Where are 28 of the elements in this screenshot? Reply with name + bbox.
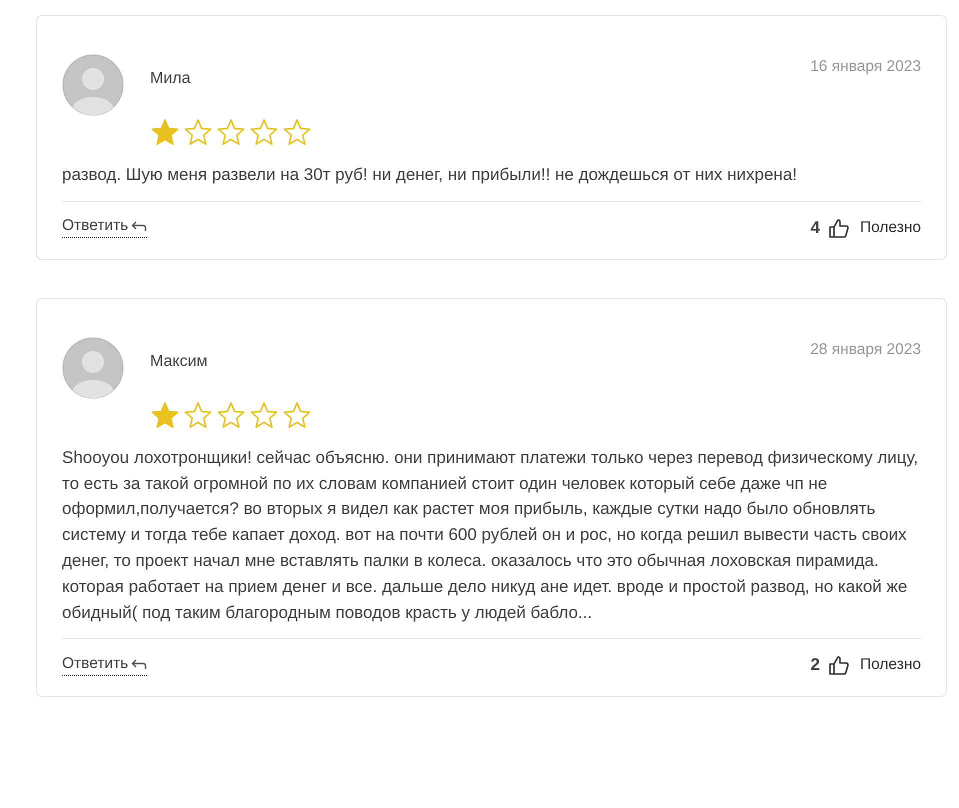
author-name: Мила	[150, 70, 190, 88]
helpful-button[interactable]: Полезно	[860, 656, 921, 674]
empty-star-icon	[216, 118, 246, 148]
filled-star-icon	[150, 118, 180, 148]
filled-star-icon	[150, 400, 180, 431]
empty-star-icon	[282, 118, 312, 148]
reply-arrow-icon	[131, 658, 148, 670]
avatar-icon	[62, 336, 124, 399]
helpful-button[interactable]: Полезно	[860, 218, 921, 237]
empty-star-icon	[183, 400, 213, 431]
like-count: 4	[810, 218, 820, 238]
empty-star-icon	[216, 400, 246, 431]
like-count: 2	[810, 655, 820, 676]
author-name: Максим	[150, 352, 208, 371]
thumbs-up-icon[interactable]	[828, 216, 850, 239]
reply-link[interactable]: Ответить	[62, 217, 148, 238]
review-date: 16 января 2023	[810, 58, 921, 76]
empty-star-icon	[249, 400, 279, 431]
avatar-icon	[62, 54, 124, 116]
reply-arrow-icon	[131, 220, 148, 232]
review-date: 28 января 2023	[810, 340, 921, 359]
review-text: Shooyou лохотронщики! сейчас объясню. они принимают платежи только через перевод физическому лицу, то есть за такой огромной по их словам компанией стоит один человек который себе даже чп не оформил,получается? во вторых я видел как растет моя прибыль, каждые сутки надо было обновлять систему и тогда тебе капает доход. вот на почти 600 рублей он и рос, но когда решил вывести часть своих денег, то проект начал мне вставлять палки в колеса. оказалось что это обычная лоховская пирамида. которая работает на прием денег и все. дальше дело никуд ане идет. вроде и простой развод, но какой же обидный( под таким благородным поводов красть у людей бабло...	[62, 446, 920, 624]
thumbs-up-icon[interactable]	[828, 654, 850, 676]
empty-star-icon	[249, 118, 279, 148]
review-text: развод. Шую меня развели на 30т руб! ни денег, ни прибыли!! не дождешься от них нихрена!	[62, 164, 798, 186]
empty-star-icon	[282, 400, 312, 431]
reply-link[interactable]: Ответить	[62, 654, 148, 676]
empty-star-icon	[183, 118, 213, 148]
